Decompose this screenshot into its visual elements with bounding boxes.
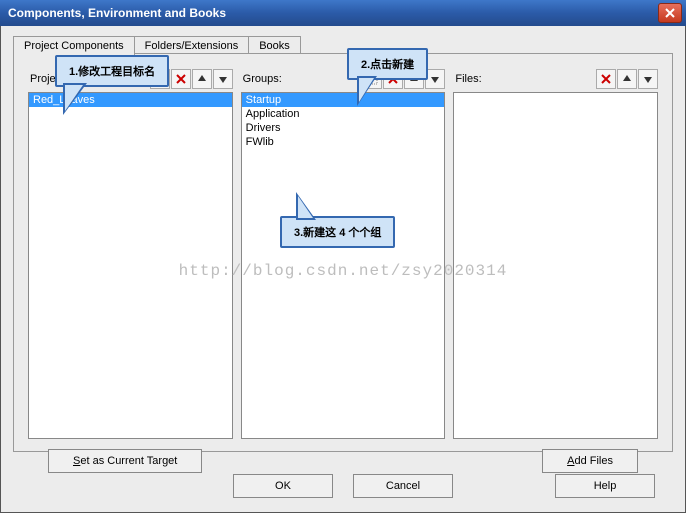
tab-label: Books: [259, 40, 290, 52]
bottom-bar: OK Cancel Help: [13, 474, 673, 498]
list-item[interactable]: FWlib: [242, 135, 445, 149]
targets-delete-button[interactable]: [171, 69, 191, 89]
callout-pointer: [357, 76, 377, 106]
dialog-body: Project Components Folders/Extensions Bo…: [0, 26, 686, 513]
targets-listbox[interactable]: Red_Leaves: [28, 92, 233, 439]
delete-icon: [175, 73, 187, 85]
files-header: Files:: [453, 68, 658, 90]
groups-listbox[interactable]: Startup Application Drivers FWlib: [241, 92, 446, 439]
arrow-down-icon: [642, 73, 654, 85]
spacer: [202, 449, 542, 473]
title-bar: Components, Environment and Books: [0, 0, 686, 26]
callout-text: 3.新建这 4 个个组: [294, 227, 381, 239]
column-groups: Groups: Startup Application Drivers FWli…: [241, 68, 446, 439]
tab-pane: Project Targets: Red_Leaves Groups:: [13, 53, 673, 452]
callout-3: 3.新建这 4 个个组: [280, 216, 395, 248]
arrow-up-icon: [621, 73, 633, 85]
ok-button[interactable]: OK: [233, 474, 333, 498]
groups-label: Groups:: [241, 73, 362, 85]
close-icon: [665, 8, 675, 18]
columns-wrap: Project Targets: Red_Leaves Groups:: [28, 68, 658, 439]
cancel-button[interactable]: Cancel: [353, 474, 453, 498]
tab-label: Project Components: [24, 40, 124, 52]
callout-pointer: [296, 192, 316, 220]
arrow-down-icon: [429, 73, 441, 85]
files-delete-button[interactable]: [596, 69, 616, 89]
callout-1: 1.修改工程目标名: [55, 55, 169, 87]
add-files-button[interactable]: Add Files: [542, 449, 638, 473]
files-label: Files:: [453, 73, 595, 85]
list-item-label: Drivers: [246, 122, 281, 134]
files-down-button[interactable]: [638, 69, 658, 89]
delete-icon: [600, 73, 612, 85]
list-item[interactable]: Drivers: [242, 121, 445, 135]
list-item-label: FWlib: [246, 136, 274, 148]
close-button[interactable]: [658, 3, 682, 23]
btn-label: dd Files: [574, 455, 613, 467]
help-button[interactable]: Help: [555, 474, 655, 498]
set-as-current-target-button[interactable]: Set as Current Target: [48, 449, 202, 473]
list-item-label: Startup: [246, 94, 281, 106]
groups-down-button[interactable]: [425, 69, 445, 89]
targets-down-button[interactable]: [213, 69, 233, 89]
files-up-button[interactable]: [617, 69, 637, 89]
list-item[interactable]: Startup: [242, 93, 445, 107]
tab-project-components[interactable]: Project Components: [13, 36, 135, 55]
arrow-up-icon: [196, 73, 208, 85]
callout-text: 2.点击新建: [361, 59, 414, 71]
arrow-down-icon: [217, 73, 229, 85]
column-files: Files:: [453, 68, 658, 439]
list-item-label: Application: [246, 108, 300, 120]
files-listbox[interactable]: [453, 92, 658, 439]
callout-text: 1.修改工程目标名: [69, 66, 155, 78]
targets-up-button[interactable]: [192, 69, 212, 89]
list-item[interactable]: Application: [242, 107, 445, 121]
window-title: Components, Environment and Books: [8, 6, 658, 20]
tab-label: Folders/Extensions: [145, 40, 239, 52]
callout-pointer: [63, 83, 87, 115]
callout-2: 2.点击新建: [347, 48, 428, 80]
list-item[interactable]: Red_Leaves: [29, 93, 232, 107]
btn-label: et as Current Target: [80, 455, 177, 467]
under-columns: Set as Current Target Add Files: [28, 449, 658, 473]
column-targets: Project Targets: Red_Leaves: [28, 68, 233, 439]
